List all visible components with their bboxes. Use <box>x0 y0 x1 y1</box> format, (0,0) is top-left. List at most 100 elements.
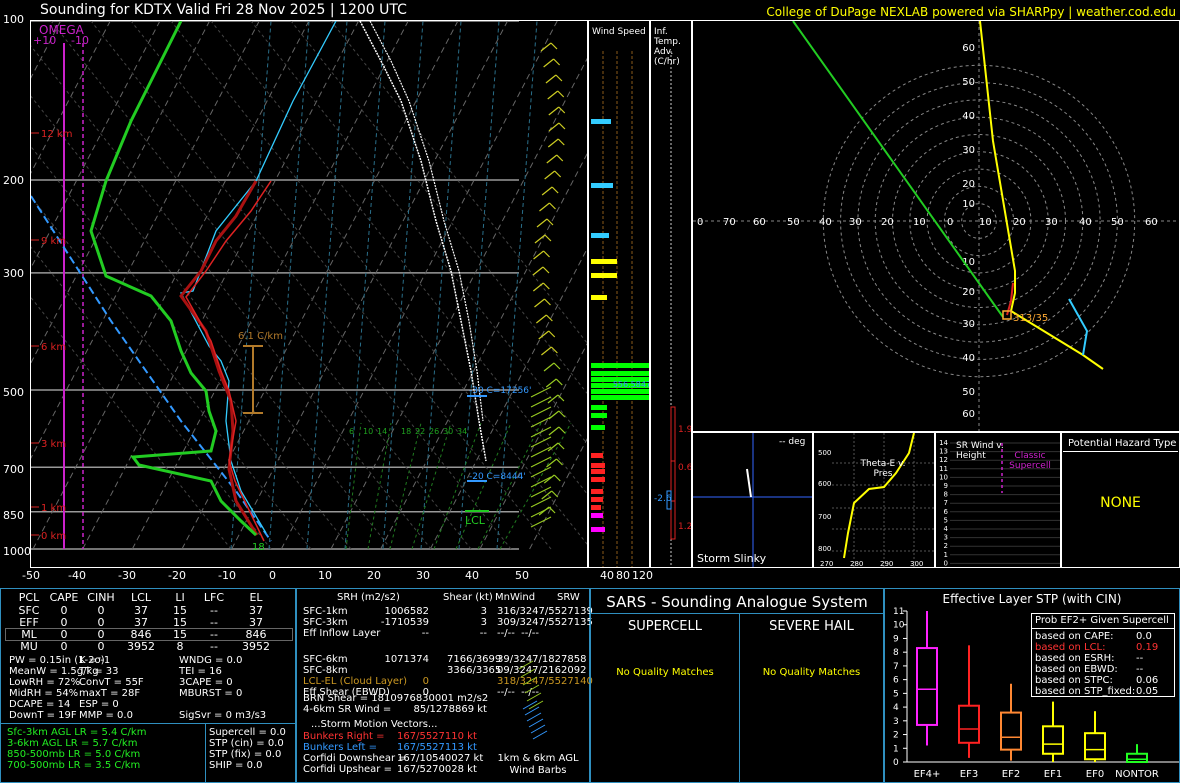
slinky-deg: -- deg <box>779 437 806 447</box>
temperature-trace-2 <box>185 180 272 542</box>
wind-speed-bar <box>591 463 605 468</box>
wind-speed-bar <box>591 413 607 418</box>
mixing-ratio-label: 6 <box>349 427 354 436</box>
wind-barb-flag <box>544 234 552 242</box>
hodo-x-label: 70 <box>723 217 736 228</box>
sars-supercell: SUPERCELL <box>628 619 702 634</box>
kinem-barb <box>518 660 534 670</box>
omega-tick-neg: -10 <box>71 34 89 47</box>
wind-speed-bar <box>591 389 649 394</box>
height-label: 9 km <box>41 236 66 247</box>
temp-tick: -50 <box>22 569 40 582</box>
hodo-y-label: 30 <box>962 319 975 330</box>
wind-speed-bar <box>591 477 605 482</box>
wind-barb-flag <box>544 298 551 306</box>
sars-hail: SEVERE HAIL <box>769 619 854 634</box>
mixing-ratio-label: 26 <box>429 427 439 436</box>
wind-barb-flag <box>553 474 561 482</box>
moist-adiabat <box>382 21 424 550</box>
stp-box <box>1042 725 1064 755</box>
wind-barb <box>530 416 552 428</box>
wind-barb <box>547 90 559 100</box>
wind-speed-bar <box>591 273 617 278</box>
wind-speed-bar <box>591 425 605 430</box>
sr-wind-y-tick: 9 <box>944 482 948 490</box>
wetbulb-trace <box>180 21 337 534</box>
hodo-x-label: 40 <box>819 217 832 228</box>
wind-barb <box>530 406 552 418</box>
wind-barb-flag <box>558 426 566 434</box>
parcel-header: PCL <box>18 591 40 604</box>
sars-title: SARS - Sounding Analogue System <box>606 593 868 611</box>
parcel-cell: 3952 <box>242 640 270 653</box>
temp-tick: 10 <box>318 569 332 582</box>
stp-category: EF3 <box>960 769 978 780</box>
wind-barb <box>530 446 552 458</box>
prob-box-title: Prob EF2+ Given Supercell <box>1035 615 1169 626</box>
moist-adiabat <box>230 21 272 550</box>
hodo-y-label: 40 <box>962 353 975 364</box>
wind-barb-flag <box>550 42 558 50</box>
parcel-cell: 0 <box>60 640 68 653</box>
theta-e-title: Theta-E v. Pres <box>860 459 906 479</box>
isotherm-line <box>280 21 558 550</box>
wetbulb-label: -20 C=8444' <box>469 472 526 482</box>
hodo-trace-green <box>792 21 1004 318</box>
parcel-cell: MU <box>20 640 38 653</box>
wind-speed-bar <box>591 405 607 410</box>
credit-text: College of DuPage NEXLAB powered via SHA… <box>766 5 1176 19</box>
isotherm-line <box>31 21 62 79</box>
wind-barb-flag <box>551 186 559 194</box>
lapse-rate: 700-500mb LR = 3.5 C/km <box>7 760 141 771</box>
wind-speed-bar <box>591 295 607 300</box>
sr-wind-label: Classic Supercell <box>1009 451 1051 471</box>
wind-barb-flag <box>548 330 556 338</box>
stp-y-tick: 3 <box>893 717 899 727</box>
wind-barb <box>535 314 547 324</box>
wind-barb-flag <box>553 362 561 370</box>
temp-tick: 30 <box>416 569 430 582</box>
wind-barb <box>536 218 548 228</box>
stp-y-tick: 5 <box>893 689 899 699</box>
wind-barb <box>534 234 546 244</box>
sr-wind-y-tick: 3 <box>944 534 948 542</box>
hodo-x-label: 30 <box>1045 217 1058 228</box>
kinem-barb-blue <box>522 700 538 710</box>
sr-wind-y-tick: 5 <box>944 516 948 524</box>
wind-barb-flag <box>555 378 563 386</box>
stp-box <box>916 647 938 726</box>
dry-adiabat <box>31 246 272 550</box>
dry-adiabat <box>290 21 587 394</box>
lcl-label: LCL <box>465 514 486 527</box>
temp-advection-title: Inf. Temp. Adv. (C/hr) <box>654 27 681 67</box>
isotherm-line <box>31 21 111 174</box>
sr-wind-y-tick: 1 <box>944 551 948 559</box>
theta-e-x-tick: 290 <box>880 560 893 568</box>
temp-tick: 40 <box>465 569 479 582</box>
sr-wind-y-tick: 14 <box>939 439 948 447</box>
temp-tick: 50 <box>515 569 529 582</box>
wind-barb <box>534 298 545 308</box>
mixing-ratio-label: 10 <box>363 427 373 436</box>
parcel-header: EL <box>249 591 263 604</box>
mixing-ratio-label: 18 <box>401 427 411 436</box>
temp-tick: 0 <box>269 569 276 582</box>
ml-highlight <box>5 628 293 641</box>
hodo-y-label: 10 <box>962 199 975 210</box>
stp-y-tick: 0 <box>893 758 899 768</box>
wind-speed-bar <box>591 259 617 264</box>
theta-e-x-tick: 300 <box>910 560 923 568</box>
sr-wind-y-tick: 11 <box>939 465 948 473</box>
temp-adv-value: 0.6 <box>678 463 692 473</box>
stp-y-tick: 8 <box>893 648 899 658</box>
isotherm-line <box>31 21 260 459</box>
wind-barb <box>546 154 558 164</box>
hodo-x-label: 40 <box>1079 217 1092 228</box>
hodo-x-label: 0 <box>947 217 953 228</box>
mixing-ratio-line <box>389 422 422 550</box>
wind-barb-flag <box>558 122 566 130</box>
kinematics-panel: SRH (m2/s2) Shear (kt) MnWind SRW SFC-1km 100… <box>296 588 593 783</box>
mixing-ratio-label: 30 <box>443 427 453 436</box>
isotherm-line <box>529 438 587 550</box>
moist-adiabat <box>268 21 310 550</box>
